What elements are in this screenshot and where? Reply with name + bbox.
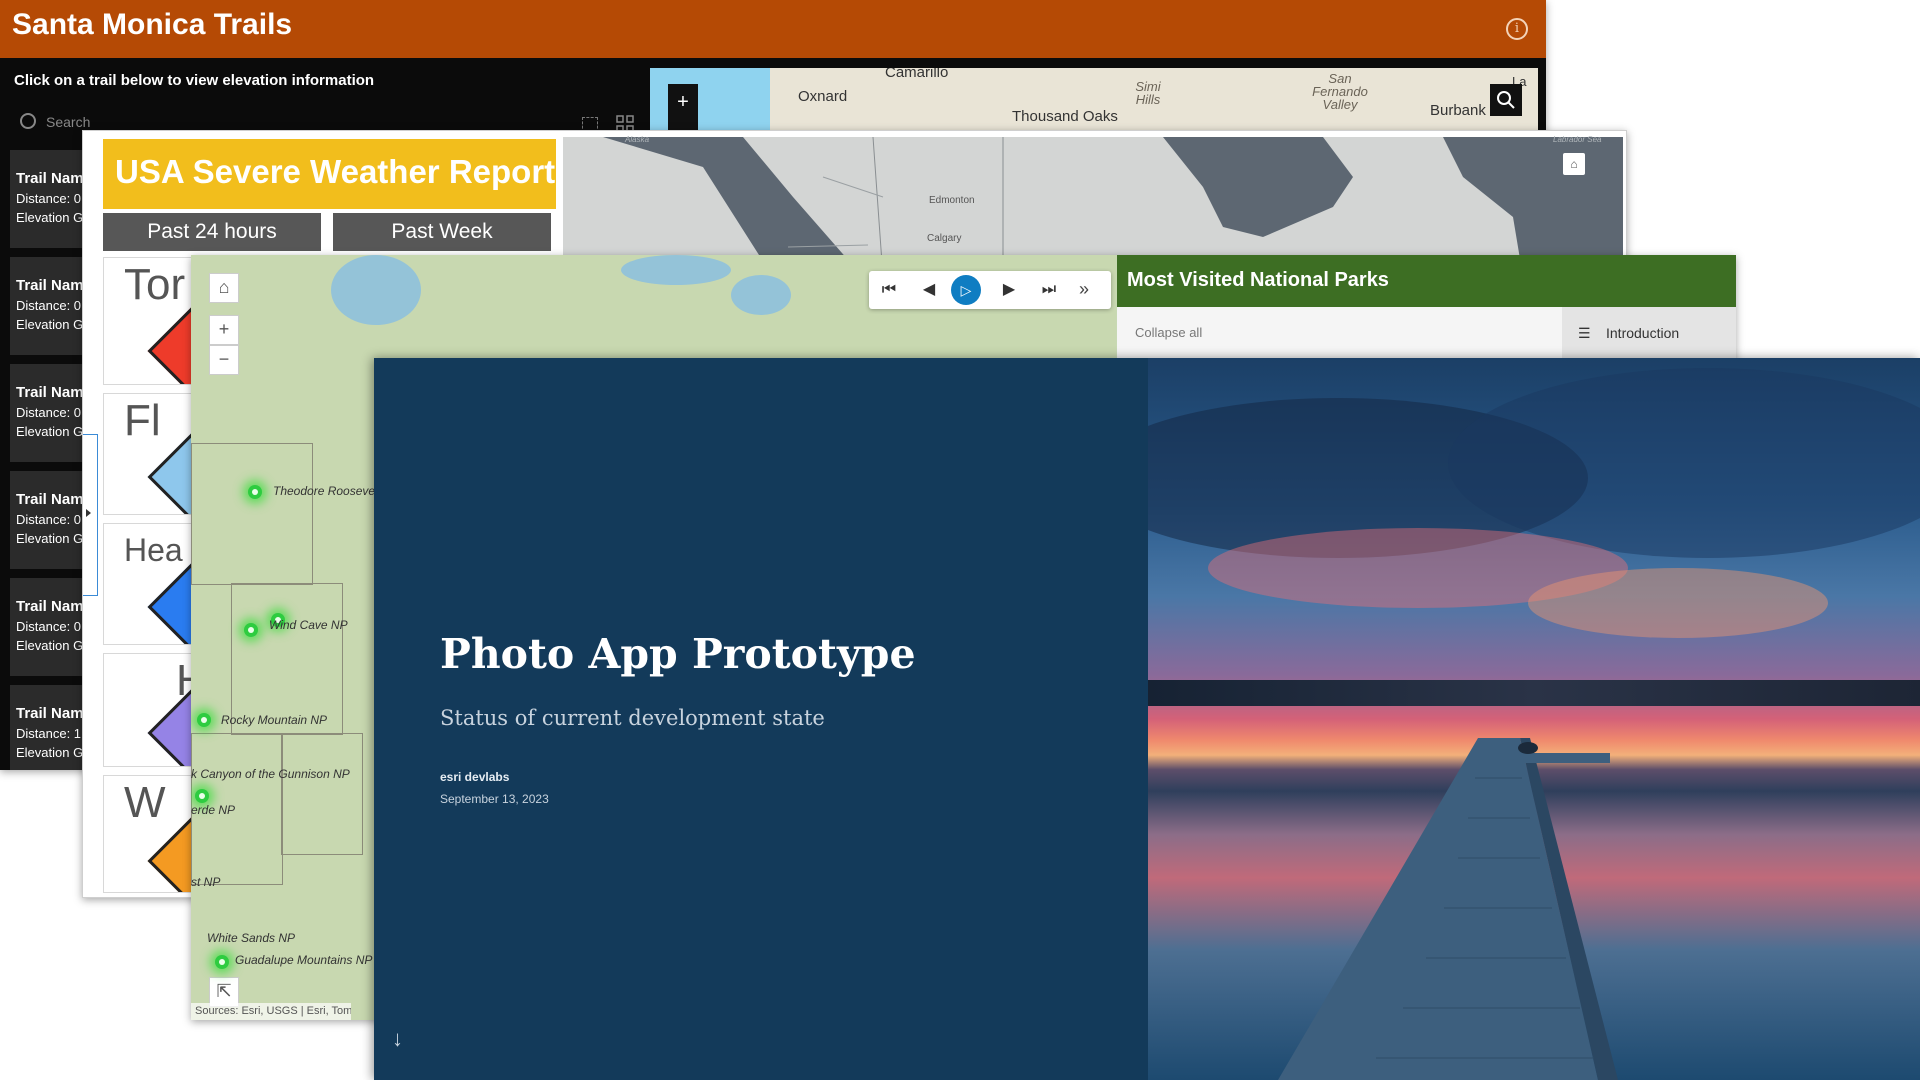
panel-collapse-toggle[interactable] bbox=[83, 434, 98, 596]
category-label: Hea bbox=[124, 532, 183, 568]
sunset-lake-photo bbox=[1148, 358, 1920, 1080]
trail-name: Trail Nam bbox=[16, 277, 82, 294]
trail-list-item[interactable]: Trail Nam Distance: 0 Elevation G bbox=[10, 578, 82, 676]
map-label-simi-hills: Simi Hills bbox=[1135, 79, 1161, 107]
trail-name: Trail Nam bbox=[16, 598, 82, 615]
lake bbox=[621, 255, 731, 285]
map-label-alaska: Alaska bbox=[625, 135, 650, 144]
park-marker[interactable] bbox=[244, 623, 258, 637]
trail-distance: Distance: 0 bbox=[16, 405, 82, 420]
state-boundary bbox=[281, 733, 363, 855]
park-label: Rocky Mountain NP bbox=[221, 713, 328, 727]
park-label: k Canyon of the Gunnison NP bbox=[191, 767, 350, 781]
trail-name: Trail Nam bbox=[16, 384, 82, 401]
trail-list-item[interactable]: Trail Nam Distance: 0 Elevation G bbox=[10, 471, 82, 569]
scroll-down-arrow-icon[interactable]: ↓ bbox=[392, 1026, 403, 1052]
trail-distance: Distance: 0 bbox=[16, 619, 82, 634]
introduction-label: Introduction bbox=[1606, 325, 1680, 341]
search-icon bbox=[1497, 91, 1515, 109]
story-subtitle: Status of current development state bbox=[440, 706, 825, 730]
photo-app-window: Photo App Prototype Status of current de… bbox=[374, 358, 1920, 1080]
zoom-in-button[interactable]: + bbox=[209, 315, 239, 345]
map-label-san-fernando-valley: San Fernando Valley bbox=[1312, 71, 1368, 112]
map-attribution: Sources: Esri, USGS | Esri, TomTom bbox=[191, 1003, 351, 1020]
trail-list-item[interactable]: Trail Nam Distance: 0 Elevation G bbox=[10, 150, 82, 248]
tab-past-week[interactable]: Past Week bbox=[333, 213, 551, 251]
trails-map[interactable]: Camarillo Oxnard Simi Hills Thousand Oak… bbox=[650, 68, 1538, 134]
chevron-right-icon bbox=[86, 509, 91, 517]
weather-title: USA Severe Weather Reports bbox=[115, 153, 574, 190]
trails-instruction: Click on a trail below to view elevation… bbox=[14, 72, 375, 89]
tab-past-24-hours[interactable]: Past 24 hours bbox=[103, 213, 321, 251]
trail-elevation: Elevation G bbox=[16, 317, 82, 332]
trails-title: Santa Monica Trails bbox=[12, 8, 293, 41]
home-button[interactable]: ⌂ bbox=[1563, 153, 1585, 175]
map-label-labrador-sea: Labrador Sea bbox=[1553, 135, 1602, 144]
lake bbox=[331, 255, 421, 325]
park-label: st NP bbox=[191, 875, 221, 889]
parks-panel-header: Most Visited National Parks bbox=[1117, 255, 1736, 307]
search-icon bbox=[20, 113, 36, 129]
trail-elevation: Elevation G bbox=[16, 424, 82, 439]
next-button[interactable]: ▶ bbox=[989, 271, 1029, 309]
parks-panel-toolbar: Collapse all ☰ Introduction bbox=[1117, 307, 1736, 359]
home-button[interactable]: ⌂ bbox=[209, 273, 239, 303]
park-marker[interactable] bbox=[215, 955, 229, 969]
trail-name: Trail Nam bbox=[16, 705, 82, 722]
park-label: White Sands NP bbox=[207, 931, 296, 945]
trail-list-item[interactable]: Trail Nam Distance: 0 Elevation G bbox=[10, 257, 82, 355]
map-label-camarillo: Camarillo bbox=[885, 68, 949, 81]
zoom-out-button[interactable]: − bbox=[209, 345, 239, 375]
park-label: Guadalupe Mountains NP bbox=[235, 953, 373, 967]
trail-name: Trail Nam bbox=[16, 491, 82, 508]
lake bbox=[731, 275, 791, 315]
category-label: W bbox=[124, 778, 166, 827]
park-label: Theodore Rooseve bbox=[273, 484, 376, 498]
wooden-dock bbox=[1278, 738, 1618, 1080]
map-label-calgary: Calgary bbox=[927, 233, 962, 244]
info-icon[interactable]: i bbox=[1506, 18, 1528, 40]
park-marker[interactable] bbox=[195, 789, 209, 803]
previous-button[interactable]: ◀ bbox=[909, 271, 949, 309]
trail-distance: Distance: 0 bbox=[16, 512, 82, 527]
search-placeholder: Search bbox=[46, 114, 91, 130]
list-icon: ☰ bbox=[1578, 325, 1591, 341]
park-label: erde NP bbox=[191, 803, 236, 817]
map-label-burbank: Burbank bbox=[1430, 102, 1486, 119]
park-marker[interactable] bbox=[197, 713, 211, 727]
weather-banner: USA Severe Weather Reports bbox=[103, 139, 574, 209]
story-title: Photo App Prototype bbox=[440, 630, 916, 678]
map-label-oxnard: Oxnard bbox=[798, 88, 848, 105]
map-label-edmonton: Edmonton bbox=[929, 195, 975, 206]
trail-elevation: Elevation G bbox=[16, 745, 82, 760]
state-boundary bbox=[191, 443, 313, 585]
trail-elevation: Elevation G bbox=[16, 531, 82, 546]
trail-distance: Distance: 0 bbox=[16, 191, 82, 206]
park-marker[interactable] bbox=[248, 485, 262, 499]
category-label: Tor bbox=[124, 260, 186, 309]
zoom-in-button[interactable]: + bbox=[668, 84, 698, 134]
collapse-all-button[interactable]: Collapse all bbox=[1135, 325, 1202, 340]
trail-elevation: Elevation G bbox=[16, 210, 82, 225]
story-date: September 13, 2023 bbox=[440, 792, 549, 806]
trail-elevation: Elevation G bbox=[16, 638, 82, 653]
story-author: esri devlabs bbox=[440, 770, 510, 784]
trail-distance: Distance: 0 bbox=[16, 298, 82, 313]
trail-list-item[interactable]: Trail Nam Distance: 0 Elevation G bbox=[10, 364, 82, 462]
expand-button[interactable]: » bbox=[1069, 271, 1099, 309]
last-stop-button[interactable]: ⏭ bbox=[1029, 271, 1069, 309]
trail-name: Trail Nam bbox=[16, 170, 82, 187]
parks-panel-title: Most Visited National Parks bbox=[1127, 269, 1389, 291]
park-label: Wind Cave NP bbox=[269, 618, 348, 632]
map-search-button[interactable] bbox=[1490, 84, 1522, 116]
play-button[interactable]: ▷ bbox=[951, 275, 981, 305]
trail-distance: Distance: 1 bbox=[16, 726, 82, 741]
first-stop-button[interactable]: ⏮ bbox=[869, 271, 909, 309]
introduction-button[interactable]: ☰ Introduction bbox=[1562, 307, 1736, 359]
map-label-thousand-oaks: Thousand Oaks bbox=[1012, 108, 1118, 125]
category-label: Fl bbox=[124, 396, 161, 445]
trail-list-item[interactable]: Trail Nam Distance: 1 Elevation G bbox=[10, 685, 82, 770]
